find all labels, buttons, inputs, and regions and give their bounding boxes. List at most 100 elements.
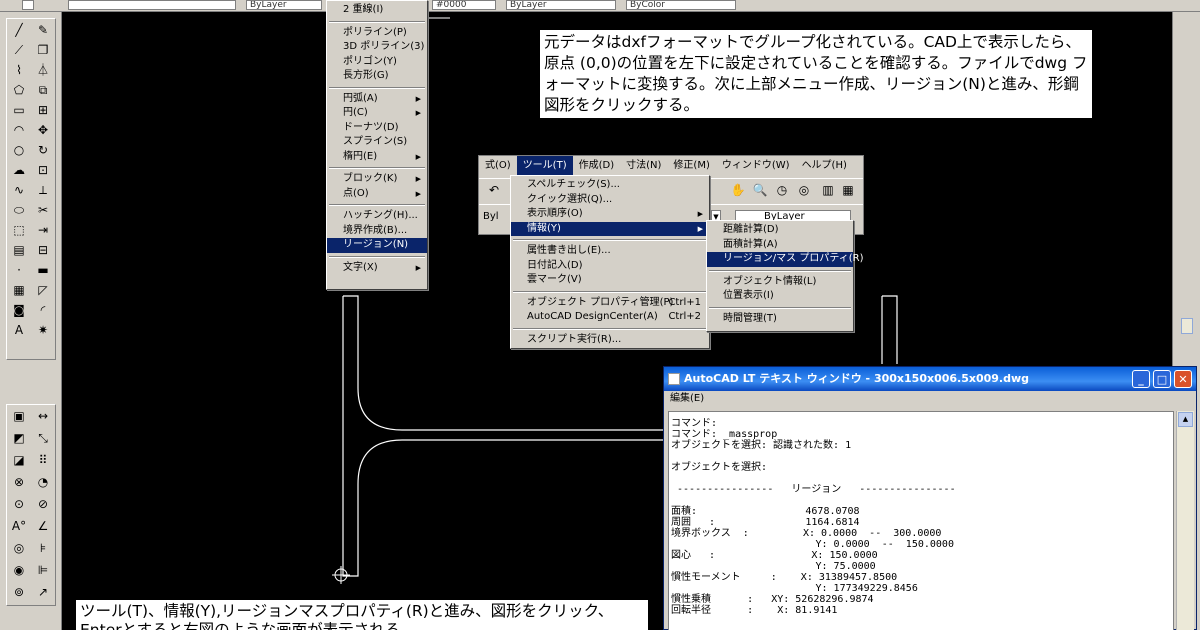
spline-tool-icon[interactable]: ∿ <box>10 181 28 199</box>
mirror-tool-icon[interactable]: ⏃ <box>34 61 52 79</box>
polyline-tool-icon[interactable]: ⌇ <box>10 61 28 79</box>
baseline-dim-icon[interactable]: ⊧ <box>34 539 52 557</box>
tools-menu-item[interactable]: 雲マーク(V) <box>511 273 709 288</box>
text-tool-icon[interactable]: A <box>10 321 28 339</box>
minimize-icon[interactable]: _ <box>1132 370 1150 388</box>
snap-tan-icon[interactable]: ◎ <box>10 539 28 557</box>
layer-combo[interactable] <box>68 0 236 10</box>
leader-dim-icon[interactable]: ↗ <box>34 583 52 601</box>
maximize-icon[interactable]: □ <box>1153 370 1171 388</box>
snap-node-icon[interactable]: ⊚ <box>10 583 28 601</box>
rectangle-tool-icon[interactable]: ▭ <box>10 101 28 119</box>
make-block-icon[interactable]: ▤ <box>10 241 28 259</box>
break-tool-icon[interactable]: ⊟ <box>34 241 52 259</box>
point-tool-icon[interactable]: · <box>10 261 28 279</box>
scroll-thumb[interactable] <box>1181 318 1193 334</box>
snap-quad-icon[interactable]: A° <box>10 517 28 535</box>
tools-menu-item[interactable]: AutoCAD DesignCenter(A) Ctrl+2 <box>511 310 709 325</box>
info-menu-item[interactable]: 時間管理(T) <box>707 312 853 327</box>
ellipse-tool-icon[interactable]: ⬭ <box>10 201 28 219</box>
extend-tool-icon[interactable]: ⇥ <box>34 221 52 239</box>
tools-menu-item[interactable]: 情報(Y) ▶ <box>511 221 709 236</box>
tools-menu-item[interactable]: スクリプト実行(R)... <box>511 333 709 348</box>
draw-menu-item[interactable]: 境界作成(B)... <box>327 224 427 239</box>
info-menu-item[interactable]: 距離計算(D) <box>707 223 853 238</box>
zoom-previous-icon[interactable]: ◷ <box>773 181 791 199</box>
menubar-item[interactable]: 式(O) <box>479 156 517 176</box>
line-tool-icon[interactable]: ╱ <box>10 21 28 39</box>
snap-perp-icon[interactable]: ◉ <box>10 561 28 579</box>
text-window-menu-edit[interactable]: 編集(E) <box>664 391 1196 407</box>
draw-menu-item[interactable]: 長方形(G) <box>327 69 427 84</box>
lineweight-combo[interactable]: ByColor <box>626 0 736 10</box>
menubar-item[interactable]: 寸法(N) <box>620 156 667 176</box>
scale-tool-icon[interactable]: ⊡ <box>34 161 52 179</box>
draw-menu-item[interactable]: ポリゴン(Y) <box>327 55 427 70</box>
linetype-combo[interactable]: ByLayer <box>506 0 616 10</box>
tools-menu-item[interactable]: 属性書き出し(E)... <box>511 244 709 259</box>
draw-menu-item[interactable]: ポリライン(P) <box>327 26 427 41</box>
scroll-up-icon[interactable]: ▲ <box>1178 412 1193 427</box>
draw-menu-item[interactable]: ハッチング(H)... <box>327 209 427 224</box>
arc-tool-icon[interactable]: ◠ <box>10 121 28 139</box>
tools-menu-item[interactable]: 表示順序(O) ▶ <box>511 207 709 222</box>
menubar-item[interactable]: ツール(T) <box>516 156 573 176</box>
draw-menu-item[interactable]: 円(C) ▶ <box>327 106 427 121</box>
draw-menu-item[interactable]: スプライン(S) <box>327 135 427 150</box>
info-menu-item[interactable]: オブジェクト情報(L) <box>707 275 853 290</box>
menubar-item[interactable]: ウィンドウ(W) <box>716 156 796 176</box>
fillet-tool-icon[interactable]: ◜ <box>34 301 52 319</box>
info-menu-item[interactable]: 面積計算(A) <box>707 238 853 253</box>
zoom-extents-icon[interactable]: ◎ <box>795 181 813 199</box>
join-tool-icon[interactable]: ▬ <box>34 261 52 279</box>
trim-tool-icon[interactable]: ✂ <box>34 201 52 219</box>
color-code-combo[interactable]: #0000 <box>432 0 496 10</box>
menubar-item[interactable]: 作成(D) <box>573 156 621 176</box>
draw-menu-item[interactable]: 点(O) ▶ <box>327 187 427 202</box>
layer-icon[interactable] <box>22 0 34 10</box>
designcenter-icon[interactable]: ▦ <box>839 181 857 199</box>
aligned-dim-icon[interactable]: ⤡ <box>34 429 52 447</box>
copy-tool-icon[interactable]: ❐ <box>34 41 52 59</box>
snap-center-icon[interactable]: ⊙ <box>10 495 28 513</box>
tools-menu-item[interactable]: 日付記入(D) <box>511 259 709 274</box>
radius-dim-icon[interactable]: ◔ <box>34 473 52 491</box>
tools-menu-item[interactable]: オブジェクト プロパティ管理(P) Ctrl+1 <box>511 296 709 311</box>
info-menu-item[interactable]: リージョン/マス プロパティ(R) <box>707 252 864 267</box>
continue-dim-icon[interactable]: ⊫ <box>34 561 52 579</box>
draw-menu-item[interactable]: 文字(X) ▶ <box>327 261 427 276</box>
array-tool-icon[interactable]: ⊞ <box>34 101 52 119</box>
explode-tool-icon[interactable]: ✷ <box>34 321 52 339</box>
undo-icon[interactable]: ↶ <box>485 181 503 199</box>
draw-menu-item[interactable]: ドーナツ(D) <box>327 121 427 136</box>
region-tool-icon[interactable]: ◙ <box>10 301 28 319</box>
zoom-window-icon[interactable]: 🔍 <box>751 181 769 199</box>
pan-icon[interactable]: ✋ <box>729 181 747 199</box>
color-combo[interactable]: ByLayer <box>246 0 322 10</box>
revcloud-tool-icon[interactable]: ☁ <box>10 161 28 179</box>
tools-menu-item[interactable]: スペルチェック(S)... <box>511 178 709 193</box>
stretch-tool-icon[interactable]: ⟂ <box>34 181 52 199</box>
polygon-tool-icon[interactable]: ⬠ <box>10 81 28 99</box>
offset-tool-icon[interactable]: ⧉ <box>34 81 52 99</box>
draw-menu-item[interactable]: ブロック(K) ▶ <box>327 172 427 187</box>
menubar-item[interactable]: 修正(M) <box>667 156 715 176</box>
insert-block-icon[interactable]: ⬚ <box>10 221 28 239</box>
close-icon[interactable]: ✕ <box>1174 370 1192 388</box>
diameter-dim-icon[interactable]: ⊘ <box>34 495 52 513</box>
properties-icon[interactable]: ▥ <box>819 181 837 199</box>
snap-int-icon[interactable]: ⊗ <box>10 473 28 491</box>
snap-tool-icon[interactable]: ▣ <box>10 407 28 425</box>
text-window-scrollbar[interactable]: ▲ <box>1176 411 1194 630</box>
draw-menu-item[interactable]: 3D ポリライン(3) <box>327 40 427 55</box>
info-menu-item[interactable]: 位置表示(I) <box>707 289 853 304</box>
ordinate-dim-icon[interactable]: ⠿ <box>34 451 52 469</box>
hatch-tool-icon[interactable]: ▦ <box>10 281 28 299</box>
rotate-tool-icon[interactable]: ↻ <box>34 141 52 159</box>
menubar-item[interactable]: ヘルプ(H) <box>796 156 853 176</box>
chamfer-tool-icon[interactable]: ◸ <box>34 281 52 299</box>
linear-dim-icon[interactable]: ↔ <box>34 407 52 425</box>
erase-tool-icon[interactable]: ✎ <box>34 21 52 39</box>
snap-mid-icon[interactable]: ◪ <box>10 451 28 469</box>
snap-end-icon[interactable]: ◩ <box>10 429 28 447</box>
